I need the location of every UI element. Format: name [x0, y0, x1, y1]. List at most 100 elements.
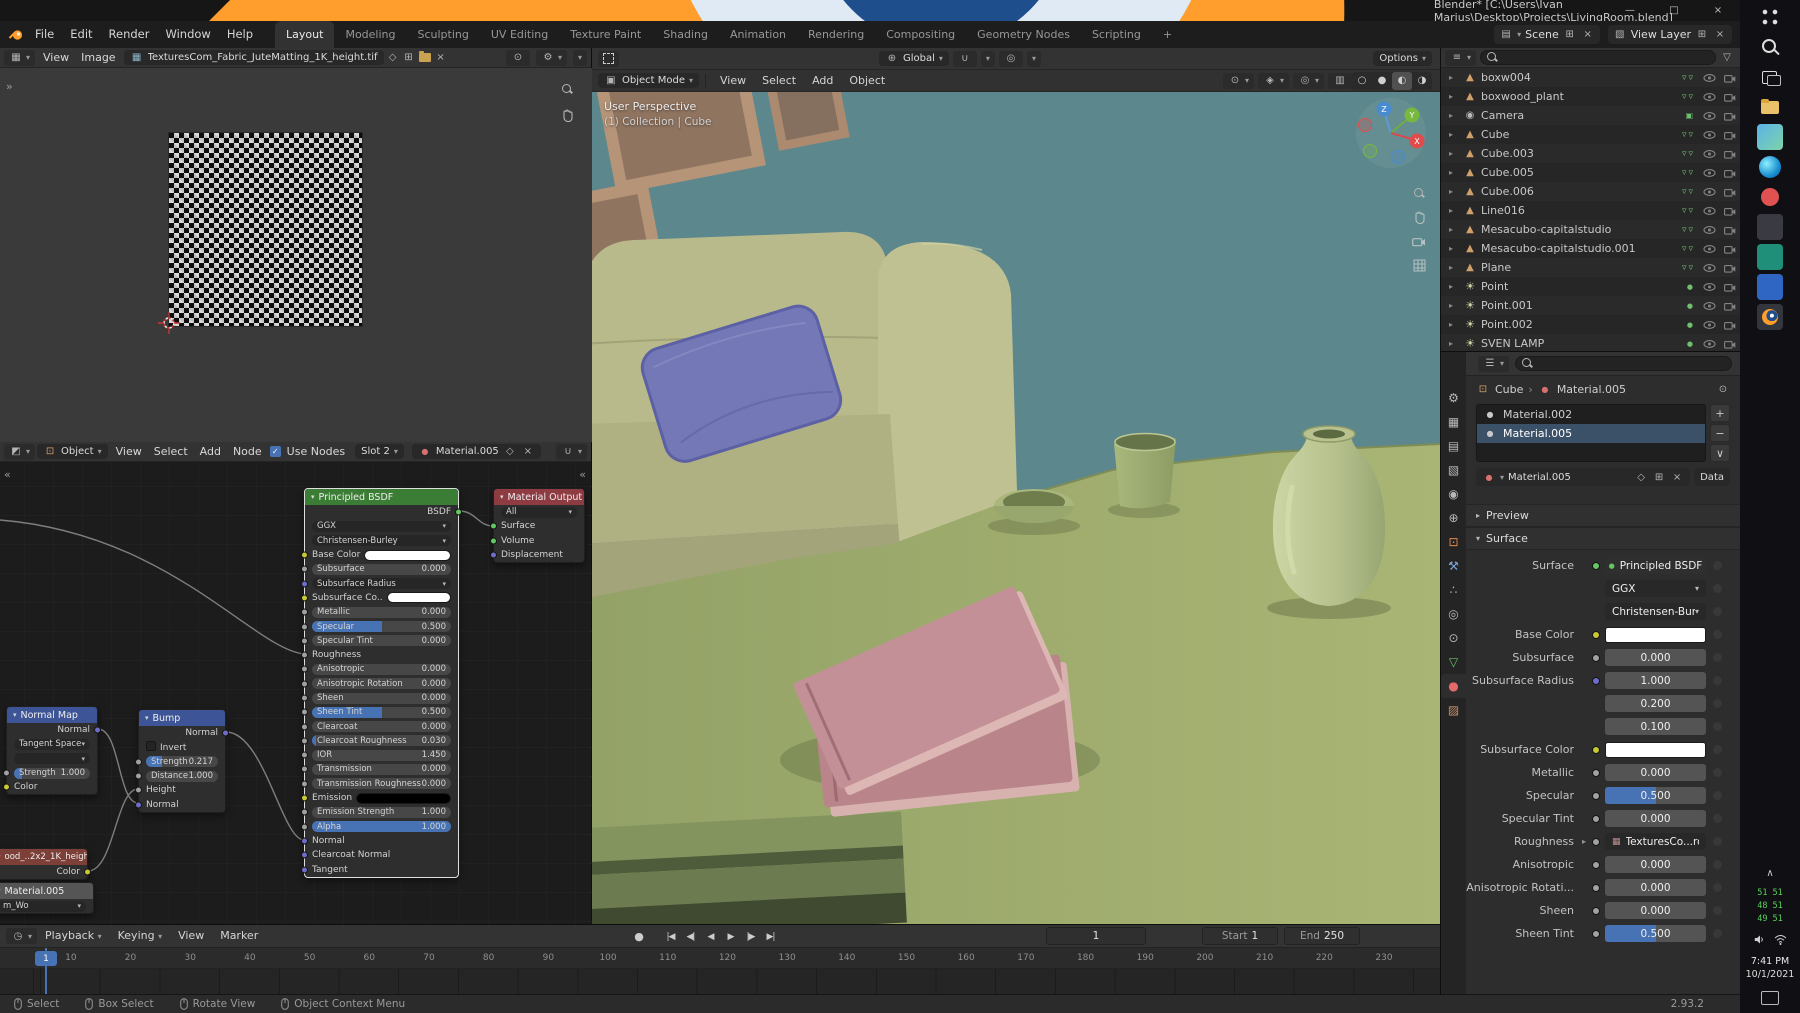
node-header[interactable]: Material.005: [0, 883, 93, 899]
transport-button[interactable]: |◀: [662, 928, 679, 945]
keyframe-decorator[interactable]: [1713, 837, 1722, 846]
keyframe-decorator[interactable]: [1713, 722, 1722, 731]
viewport-zoom-icon[interactable]: [1413, 188, 1425, 199]
viewport-menu-item[interactable]: Select: [754, 67, 804, 94]
transport-button[interactable]: ▶: [722, 928, 739, 945]
node-row[interactable]: Normal Normal▾: [139, 726, 229, 740]
node-row[interactable]: Invert Invert▾: [139, 740, 225, 754]
node-row[interactable]: Transmission Transmission 0.000 ▾: [301, 762, 458, 776]
node-row[interactable]: All All▾: [494, 505, 584, 519]
node-row-widget[interactable]: Sheen Tint 0.500 ▾: [312, 706, 451, 718]
preview-panel-header[interactable]: ▸ Preview: [1466, 504, 1740, 527]
node-row[interactable]: Surface Surface▾: [490, 519, 584, 533]
input-socket[interactable]: [301, 580, 308, 588]
input-socket[interactable]: [301, 665, 308, 673]
disable-render-camera-icon[interactable]: [1724, 263, 1736, 273]
property-widget[interactable]: GGX ▾: [1605, 580, 1706, 597]
options-dropdown[interactable]: Options ▾: [1373, 51, 1432, 66]
current-frame-field[interactable]: 1: [1046, 927, 1146, 945]
transport-button[interactable]: ▶|: [762, 928, 779, 945]
keyframe-decorator[interactable]: [1713, 630, 1722, 639]
input-socket[interactable]: [301, 608, 308, 616]
outliner-item[interactable]: ▸ Point: [1441, 277, 1740, 296]
mode-dropdown[interactable]: ▣ Object Mode ▾: [598, 73, 700, 88]
2d-cursor-icon[interactable]: [158, 312, 180, 334]
properties-tab[interactable]: ◉: [1441, 482, 1467, 506]
input-socket[interactable]: [3, 769, 10, 777]
material-slot-dropdown[interactable]: Slot 2 ▾: [355, 444, 404, 459]
unlink-scene-icon[interactable]: ×: [1581, 27, 1595, 43]
transform-orientation-dropdown[interactable]: ⊕ Global ▾: [879, 51, 949, 66]
node-normal-map[interactable]: Normal Map Normal Normal▾ Tangent Space …: [3, 706, 101, 796]
input-socket[interactable]: [301, 808, 308, 816]
bench[interactable]: [592, 811, 907, 924]
outliner-item[interactable]: ▸ Point.002: [1441, 315, 1740, 334]
keyframe-decorator[interactable]: [1713, 906, 1722, 915]
material-slot[interactable]: ● Material.002: [1477, 405, 1705, 424]
color-swatch[interactable]: [364, 549, 451, 561]
expand-arrow-icon[interactable]: ▸: [1449, 339, 1459, 348]
object-name[interactable]: Cube.006: [1481, 185, 1661, 198]
viewport-menu-item[interactable]: Object: [841, 67, 893, 94]
property-widget[interactable]: 0.000 ▾: [1605, 810, 1706, 827]
outliner-item[interactable]: ▸ Cube.003: [1441, 144, 1740, 163]
topbar-menu-item[interactable]: Help: [219, 21, 261, 48]
hide-eye-icon[interactable]: [1703, 187, 1716, 197]
input-socket[interactable]: [490, 522, 497, 530]
node-row-widget[interactable]: Specular Tint 0.000 ▾: [312, 635, 451, 647]
image-settings-dropdown[interactable]: ⚙ ▾: [535, 49, 567, 66]
input-socket[interactable]: [301, 794, 308, 802]
expand-arrow-icon[interactable]: ▸: [1449, 92, 1459, 101]
workspace-tab[interactable]: UV Editing: [480, 21, 559, 48]
node-row[interactable]: Tangent Space Tangent Space▾: [7, 737, 97, 751]
outliner-item[interactable]: ▸ Mesacubo-capitalstudio: [1441, 220, 1740, 239]
node-row[interactable]: Subsurface Subsurface 0.000 ▾: [301, 562, 458, 576]
taskbar-app-icon[interactable]: [1757, 214, 1783, 240]
property-widget[interactable]: 0.000 ▾: [1605, 649, 1706, 666]
hide-eye-icon[interactable]: [1703, 320, 1716, 330]
expand-arrow-icon[interactable]: ▸: [1449, 130, 1459, 139]
hide-eye-icon[interactable]: [1703, 130, 1716, 140]
properties-tab[interactable]: ⚒: [1441, 554, 1467, 578]
node-row-widget[interactable]: Transmission Roughness 0.000 ▾: [312, 778, 451, 790]
navigation-gizmo[interactable]: Z Y X: [1354, 96, 1428, 170]
editor-type-button[interactable]: ▦ ▾: [4, 49, 36, 66]
workspace-tab[interactable]: Scripting: [1081, 21, 1152, 48]
scene-selector[interactable]: ▤ ▾ Scene ⊞ ×: [1494, 25, 1600, 44]
object-name[interactable]: Plane: [1481, 261, 1661, 274]
disable-render-camera-icon[interactable]: [1724, 244, 1736, 254]
node-row-widget[interactable]: Specular 0.500 ▾: [312, 621, 451, 633]
node-row-widget[interactable]: Emission Strength 1.000 ▾: [312, 806, 451, 818]
expand-arrow-icon[interactable]: ▸: [1449, 187, 1459, 196]
new-material-icon[interactable]: ⊞: [1652, 469, 1666, 485]
pin-icon[interactable]: ⊙: [1716, 381, 1730, 397]
keyframe-decorator[interactable]: [1713, 676, 1722, 685]
input-socket[interactable]: [301, 708, 308, 716]
output-socket[interactable]: [455, 508, 462, 516]
node-row[interactable]: Subsurface Radius Subsurface Radius ▾: [301, 576, 458, 590]
material-slot[interactable]: ● Material.005: [1477, 424, 1705, 443]
image-pin-button[interactable]: ⊙: [505, 49, 530, 66]
material-datablock-selector[interactable]: ● Material.005 ◇ ×: [411, 444, 541, 459]
property-widget[interactable]: TexturesCo...roughness.tif ▾: [1605, 833, 1706, 850]
expand-arrow-icon[interactable]: ▸: [1449, 301, 1459, 310]
expand-arrow-icon[interactable]: ▸: [1449, 168, 1459, 177]
input-socket[interactable]: [135, 801, 142, 809]
node-row[interactable]: Christensen-Burley Christensen-Burley ▾: [305, 534, 458, 548]
viewport-menu-item[interactable]: Add: [804, 67, 841, 94]
node-row-widget[interactable]: Subsurface 0.000 ▾: [312, 563, 451, 575]
node-row-widget[interactable]: Metallic 0.000 ▾: [312, 606, 451, 618]
use-nodes-checkbox[interactable]: ✓: [269, 446, 281, 457]
timeline-tracks[interactable]: [0, 969, 1440, 995]
input-socket[interactable]: [301, 651, 308, 659]
input-socket[interactable]: [135, 758, 142, 766]
node-row-widget[interactable]: Clearcoat 0.000 ▾: [312, 721, 451, 733]
properties-tab[interactable]: ●: [1440, 674, 1467, 698]
property-widget[interactable]: 0.200 ▾: [1605, 695, 1706, 712]
hide-eye-icon[interactable]: [1703, 339, 1716, 349]
disable-render-camera-icon[interactable]: [1724, 282, 1736, 292]
object-name[interactable]: Line016: [1481, 204, 1661, 217]
taskbar-app-icon[interactable]: [1757, 94, 1783, 120]
node-row[interactable]: Clearcoat Normal Clearcoat Normal ▾: [301, 848, 458, 862]
disable-render-camera-icon[interactable]: [1724, 225, 1736, 235]
